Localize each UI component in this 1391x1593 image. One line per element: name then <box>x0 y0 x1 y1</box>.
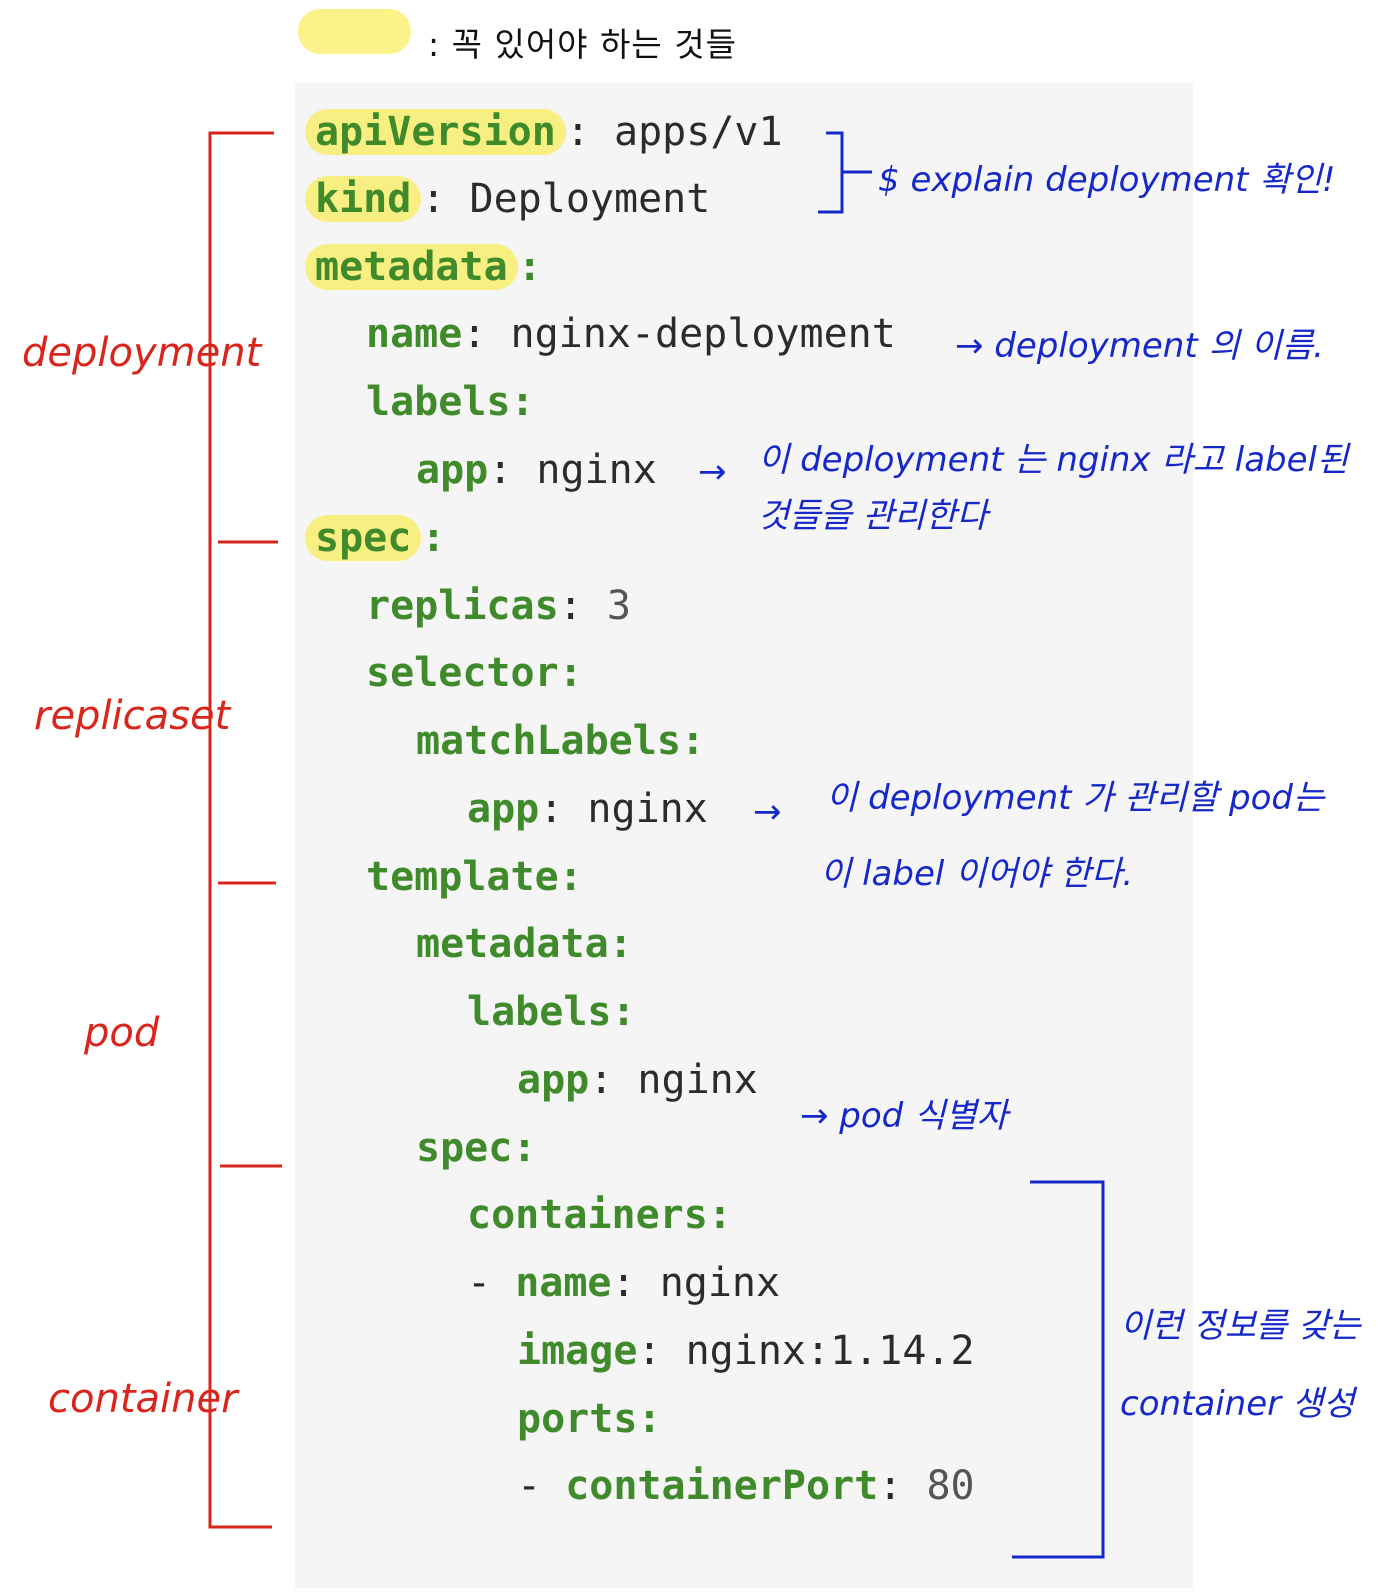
note-container-line2: container 생성 <box>1120 1384 1355 1424</box>
label-deployment: deployment <box>22 330 262 376</box>
note-deployment-name: → deployment 의 이름. <box>955 326 1324 366</box>
label-replicaset: replicaset <box>34 693 231 739</box>
note-container-line1: 이런 정보를 갖는 <box>1120 1306 1361 1346</box>
note-labels-line1: 이 deployment 는 nginx 라고 label된 <box>758 440 1349 480</box>
note-selector-line1: 이 deployment 가 관리할 pod는 <box>826 778 1325 818</box>
container-bracket <box>1012 1180 1105 1559</box>
note-labels-arrow: → <box>698 452 727 492</box>
note-selector-line2: 이 label 이어야 한다. <box>820 854 1134 894</box>
note-explain: $ explain deployment 확인! <box>878 160 1336 200</box>
note-selector-arrow: → <box>753 792 782 832</box>
note-labels-line2: 것들을 관리한다 <box>758 496 988 536</box>
explain-bracket <box>818 131 872 214</box>
note-pod-id: → pod 식별자 <box>800 1096 1008 1136</box>
label-container: container <box>48 1376 238 1422</box>
label-pod: pod <box>84 1010 160 1056</box>
